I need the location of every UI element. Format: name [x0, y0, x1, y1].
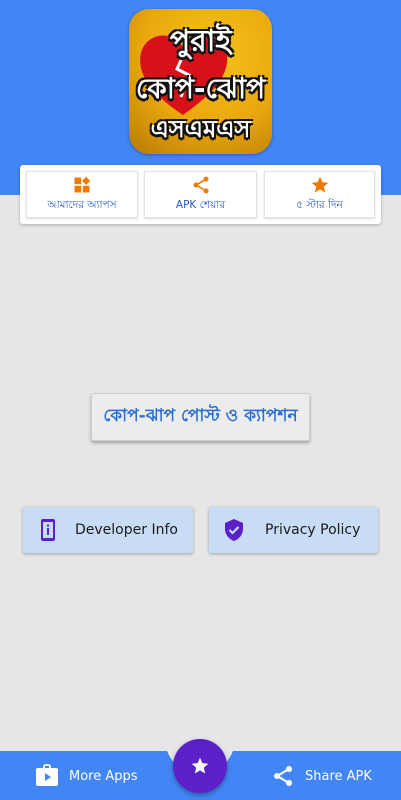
shield-check-icon — [225, 519, 243, 541]
share-apk-button[interactable]: APK শেয়ার — [144, 171, 257, 218]
more-apps-label: More Apps — [69, 768, 138, 784]
top-menu-card: আমাদের অ্যাপস APK শেয়ার ৫ স্টার দিন — [20, 165, 381, 224]
share-apk-label: APK শেয়ার — [175, 198, 226, 211]
share-apk-nav-button[interactable]: Share APK — [271, 763, 372, 789]
posts-captions-button[interactable]: কোপ-ঝাপ পোস্ট ও ক্যাপশন — [91, 393, 310, 441]
logo-line-2: কোপ-ঝোপ — [135, 72, 266, 105]
star-icon — [191, 757, 209, 774]
rate-five-star-label: ৫ স্টার দিন — [296, 198, 343, 211]
privacy-policy-button[interactable]: Privacy Policy — [209, 507, 378, 553]
developer-info-label: Developer Info — [75, 522, 178, 538]
logo-line-3: এসএমএস — [150, 115, 251, 143]
logo-line-1: পুরাই — [169, 24, 232, 59]
privacy-policy-label: Privacy Policy — [265, 522, 361, 538]
more-apps-button[interactable]: More Apps — [35, 763, 138, 789]
apps-grid-icon — [74, 176, 91, 192]
phone-info-icon — [41, 519, 55, 541]
star-icon — [311, 176, 328, 192]
app-logo: পুরাই কোপ-ঝোপ এসএমএস — [129, 9, 272, 154]
share-icon — [193, 176, 208, 193]
our-apps-label: আমাদের অ্যাপস — [47, 198, 117, 211]
our-apps-button[interactable]: আমাদের অ্যাপস — [26, 171, 138, 218]
store-play-icon — [36, 764, 58, 786]
developer-info-button[interactable]: Developer Info — [23, 507, 193, 553]
rate-fab-button[interactable] — [173, 739, 227, 793]
share-icon — [274, 766, 292, 786]
share-apk-nav-label: Share APK — [305, 768, 372, 784]
rate-five-star-button[interactable]: ৫ স্টার দিন — [264, 171, 375, 218]
